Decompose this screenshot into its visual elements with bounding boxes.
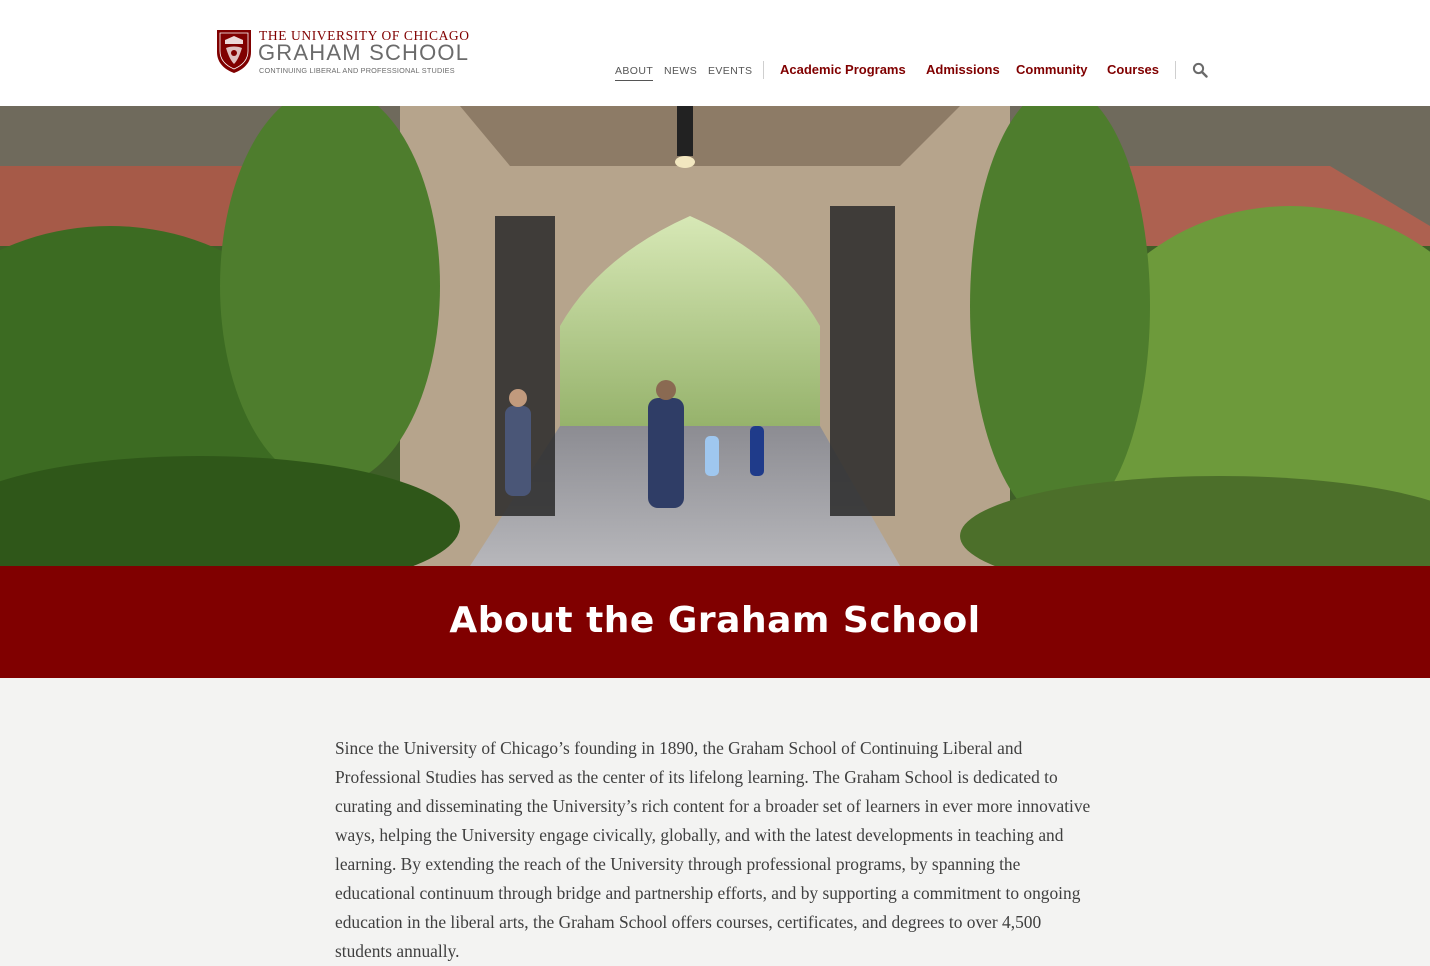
logo-tagline: CONTINUING LIBERAL AND PROFESSIONAL STUD… bbox=[259, 66, 455, 75]
page-title: About the Graham School bbox=[449, 600, 981, 641]
intro-paragraph: Since the University of Chicago’s foundi… bbox=[335, 738, 1091, 961]
page-title-banner: About the Graham School bbox=[0, 566, 1430, 678]
nav-academic-programs[interactable]: Academic Programs bbox=[780, 62, 906, 77]
nav-events[interactable]: EVENTS bbox=[708, 65, 752, 77]
search-icon[interactable] bbox=[1192, 62, 1208, 78]
nav-about[interactable]: ABOUT bbox=[615, 65, 654, 81]
nav-divider bbox=[1175, 61, 1176, 79]
nav-admissions[interactable]: Admissions bbox=[926, 62, 1000, 77]
nav-community[interactable]: Community bbox=[1016, 62, 1088, 77]
logo-school-name: GRAHAM SCHOOL bbox=[258, 40, 470, 65]
site-header: THE UNIVERSITY OF CHICAGO GRAHAM SCHOOL … bbox=[0, 0, 1430, 106]
shield-crest-icon bbox=[217, 30, 251, 73]
nav-news[interactable]: NEWS bbox=[664, 65, 697, 77]
nav-courses[interactable]: Courses bbox=[1107, 62, 1159, 77]
campus-gate-photo bbox=[0, 106, 1430, 566]
nav-divider bbox=[763, 61, 764, 79]
university-logo[interactable]: THE UNIVERSITY OF CHICAGO GRAHAM SCHOOL … bbox=[216, 28, 472, 76]
hero-image bbox=[0, 106, 1430, 566]
